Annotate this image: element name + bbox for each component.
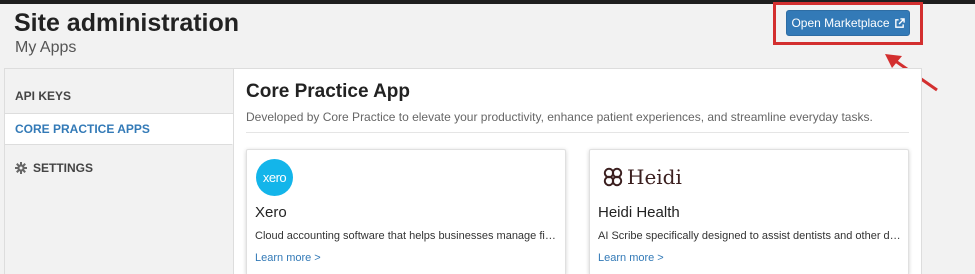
learn-more-link[interactable]: Learn more > <box>598 252 664 264</box>
sidebar-item-label: SETTINGS <box>33 161 94 175</box>
sidebar-item-api-keys[interactable]: API KEYS <box>5 69 233 114</box>
section-description: Developed by Core Practice to elevate yo… <box>246 110 873 124</box>
page-title: Site administration <box>14 9 240 37</box>
sidebar-item-settings[interactable]: SETTINGS <box>5 145 233 191</box>
app-card-description: AI Scribe specifically designed to assis… <box>598 230 904 242</box>
divider <box>246 132 909 133</box>
app-card-heidi-health[interactable]: Heidi Heidi Health AI Scribe specificall… <box>589 149 909 274</box>
main-panel: Core Practice App Developed by Core Prac… <box>233 68 922 274</box>
sidebar-item-label: CORE PRACTICE APPS <box>15 122 150 136</box>
highlight-annotation-box <box>773 2 923 45</box>
xero-logo: xero <box>256 159 293 196</box>
sidebar-item-core-practice-apps[interactable]: CORE PRACTICE APPS <box>5 114 233 145</box>
sidebar: API KEYS CORE PRACTICE APPS SETTINGS <box>4 68 233 274</box>
heidi-knot-icon <box>603 167 623 187</box>
page-subtitle: My Apps <box>15 39 77 56</box>
app-card-xero[interactable]: xero Xero Cloud accounting software that… <box>246 149 566 274</box>
gear-icon <box>15 162 27 174</box>
heidi-logo: Heidi <box>602 164 682 190</box>
learn-more-link[interactable]: Learn more > <box>255 252 321 264</box>
app-card-description: Cloud accounting software that helps bus… <box>255 230 561 242</box>
app-card-name: Heidi Health <box>598 204 680 221</box>
app-card-name: Xero <box>255 204 287 221</box>
sidebar-item-label: API KEYS <box>15 88 72 103</box>
section-title: Core Practice App <box>246 81 411 102</box>
